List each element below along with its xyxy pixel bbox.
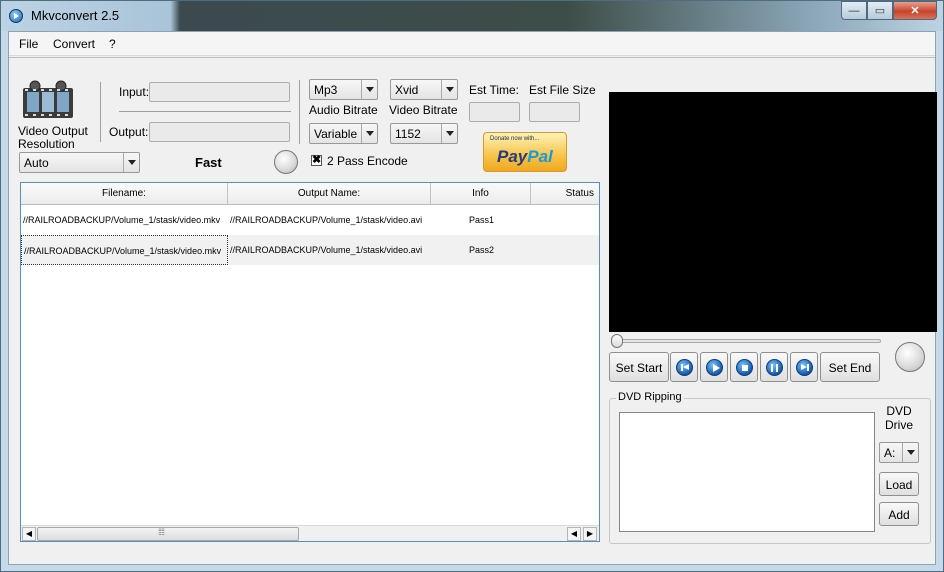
paypal-caption: Donate now with... bbox=[490, 136, 540, 142]
est-file-size-field bbox=[529, 102, 580, 122]
dvd-title-list[interactable] bbox=[619, 412, 875, 532]
window-controls: — ▭ ✕ bbox=[841, 1, 937, 20]
skip-forward-button[interactable] bbox=[790, 352, 818, 382]
file-table[interactable]: Filename: Output Name: Info Status //RAI… bbox=[20, 182, 600, 542]
app-window: Mkvconvert 2.5 — ▭ ✕ File Convert ? Vide… bbox=[0, 0, 944, 572]
table-row[interactable]: //RAILROADBACKUP/Volume_1/stask/video.mk… bbox=[21, 205, 599, 235]
dvd-drive-label: DVD Drive bbox=[885, 404, 914, 432]
audio-codec-select[interactable]: Mp3 bbox=[309, 79, 378, 100]
paypal-donate-button[interactable]: Donate now with... PayPal bbox=[483, 132, 567, 172]
cell-filename: //RAILROADBACKUP/Volume_1/stask/video.mk… bbox=[21, 235, 228, 265]
video-preview bbox=[609, 92, 937, 332]
cell-output-name: //RAILROADBACKUP/Volume_1/stask/video.av… bbox=[230, 245, 423, 255]
audio-codec-value: Mp3 bbox=[314, 83, 338, 97]
stop-button[interactable] bbox=[730, 352, 758, 382]
dvd-drive-value: A: bbox=[884, 446, 896, 460]
chevron-down-icon bbox=[361, 124, 377, 143]
seek-slider[interactable] bbox=[613, 339, 881, 343]
stop-icon bbox=[736, 359, 753, 376]
column-header-output-name[interactable]: Output Name: bbox=[228, 183, 431, 204]
dvd-drive-select[interactable]: A: bbox=[879, 442, 919, 463]
est-time-label: Est Time: bbox=[469, 83, 520, 97]
pause-icon bbox=[766, 359, 783, 376]
chevron-down-icon bbox=[441, 80, 457, 99]
video-codec-value: Xvid bbox=[395, 83, 419, 97]
film-reel-icon bbox=[23, 80, 73, 118]
table-header: Filename: Output Name: Info Status bbox=[21, 183, 599, 205]
video-bitrate-select[interactable]: 1152 bbox=[390, 123, 458, 144]
title-bar[interactable]: Mkvconvert 2.5 — ▭ ✕ bbox=[1, 1, 943, 31]
audio-bitrate-value: Variable bbox=[314, 127, 358, 141]
resolution-label: Video Output Resolution bbox=[18, 124, 88, 151]
skip-back-icon bbox=[676, 359, 693, 376]
scroll-left-icon[interactable]: ◀ bbox=[567, 527, 581, 541]
play-icon bbox=[706, 359, 723, 376]
add-button[interactable]: Add bbox=[879, 502, 919, 526]
scroll-left-icon[interactable]: ◀ bbox=[22, 527, 36, 541]
divider bbox=[119, 111, 291, 112]
load-button[interactable]: Load bbox=[879, 472, 919, 496]
menu-file[interactable]: File bbox=[19, 37, 38, 51]
cell-filename: //RAILROADBACKUP/Volume_1/stask/video.mk… bbox=[23, 215, 221, 225]
est-file-size-label: Est File Size bbox=[529, 83, 596, 97]
maximize-button[interactable]: ▭ bbox=[867, 1, 893, 20]
output-label: Output: bbox=[109, 125, 149, 139]
app-icon[interactable] bbox=[9, 9, 23, 23]
set-start-button[interactable]: Set Start bbox=[609, 352, 669, 382]
horizontal-scrollbar[interactable]: ◀ ◀ ▶ bbox=[21, 525, 599, 541]
dvd-ripping-title: DVD Ripping bbox=[616, 391, 684, 403]
cell-status bbox=[531, 205, 599, 235]
close-button[interactable]: ✕ bbox=[893, 1, 937, 20]
table-row[interactable]: //RAILROADBACKUP/Volume_1/stask/video.mk… bbox=[21, 235, 599, 265]
cell-status bbox=[531, 235, 599, 265]
menu-divider bbox=[9, 57, 935, 58]
speed-dial[interactable] bbox=[274, 150, 298, 174]
input-field[interactable] bbox=[149, 82, 290, 102]
resolution-select[interactable]: Auto bbox=[19, 152, 140, 173]
cell-output-name: //RAILROADBACKUP/Volume_1/stask/video.av… bbox=[230, 215, 423, 225]
window-title: Mkvconvert 2.5 bbox=[31, 8, 120, 23]
column-header-filename[interactable]: Filename: bbox=[21, 183, 228, 204]
menu-bar: File Convert ? bbox=[9, 32, 935, 56]
divider bbox=[100, 82, 101, 142]
est-time-field bbox=[469, 102, 520, 122]
main-panel: File Convert ? Video Output Resolution A… bbox=[8, 31, 937, 565]
chevron-down-icon bbox=[902, 443, 918, 462]
paypal-logo: PayPal bbox=[497, 147, 553, 166]
play-button[interactable] bbox=[700, 352, 728, 382]
chevron-down-icon bbox=[361, 80, 377, 99]
volume-dial[interactable] bbox=[895, 342, 925, 372]
two-pass-label: 2 Pass Encode bbox=[327, 154, 408, 168]
skip-forward-icon bbox=[796, 359, 813, 376]
column-header-status[interactable]: Status bbox=[531, 183, 599, 204]
cell-info: Pass2 bbox=[469, 245, 495, 255]
divider bbox=[299, 80, 300, 144]
menu-convert[interactable]: Convert bbox=[53, 37, 95, 51]
output-field[interactable] bbox=[149, 122, 290, 142]
input-label: Input: bbox=[119, 85, 150, 99]
resolution-value: Auto bbox=[24, 156, 49, 170]
scroll-right-icon[interactable]: ▶ bbox=[583, 527, 597, 541]
two-pass-checkbox[interactable]: ✖ bbox=[311, 155, 322, 166]
speed-label: Fast bbox=[195, 155, 222, 170]
seek-slider-handle[interactable] bbox=[611, 334, 623, 348]
video-bitrate-value: 1152 bbox=[395, 127, 421, 141]
video-codec-select[interactable]: Xvid bbox=[390, 79, 458, 100]
cell-info: Pass1 bbox=[469, 215, 495, 225]
audio-bitrate-select[interactable]: Variable bbox=[309, 123, 378, 144]
skip-back-button[interactable] bbox=[670, 352, 698, 382]
set-end-button[interactable]: Set End bbox=[820, 352, 880, 382]
menu-help[interactable]: ? bbox=[109, 37, 116, 51]
column-header-info[interactable]: Info bbox=[431, 183, 531, 204]
chevron-down-icon bbox=[441, 124, 457, 143]
scrollbar-thumb[interactable] bbox=[37, 527, 299, 541]
video-bitrate-label: Video Bitrate bbox=[389, 103, 458, 117]
audio-bitrate-label: Audio Bitrate bbox=[309, 103, 378, 117]
minimize-button[interactable]: — bbox=[841, 1, 867, 20]
pause-button[interactable] bbox=[760, 352, 788, 382]
chevron-down-icon bbox=[123, 153, 139, 172]
